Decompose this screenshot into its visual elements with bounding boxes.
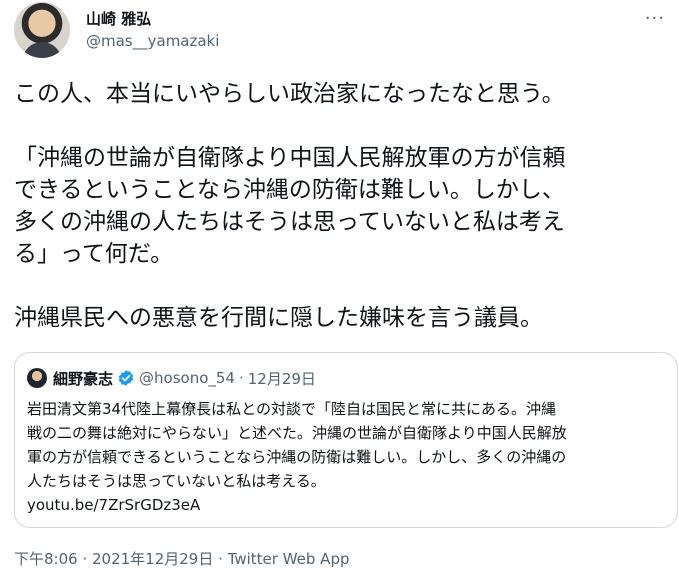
more-options-icon[interactable]: ···	[645, 8, 665, 29]
quoted-tweet-header: 細野豪志 @hosono_54 · 12月29日	[27, 367, 316, 389]
quoted-line: 人たちはそうは思っていないと私は考える。	[27, 472, 326, 490]
quoted-line: 戦の二の舞は絶対にやらない」と述べた。沖縄の世論が自衛隊より中国人民解放	[27, 424, 567, 442]
quoted-tweet-date[interactable]: 12月29日	[248, 368, 316, 389]
tweet-line: 「沖縄の世論が自衛隊より中国人民解放軍の方が信頼	[14, 145, 566, 171]
avatar-shirt	[22, 42, 62, 58]
quoted-line: 軍の方が信頼できるということなら沖縄の防衛は難しい。しかし、多くの沖縄の	[27, 448, 567, 466]
quoted-tweet-text: 岩田清文第34代陸上幕僚長は私との対談で「陸自は国民と常に共にある。沖縄 戦の二…	[27, 397, 667, 517]
tweet-time[interactable]: 下午8:06	[14, 550, 78, 568]
tweet: 山崎 雅弘 @mas__yamazaki ··· この人、本当にいやらしい政治家…	[0, 0, 679, 572]
tweet-meta: 下午8:06 · 2021年12月29日 · Twitter Web App	[14, 548, 350, 569]
tweet-body: この人、本当にいやらしい政治家になったなと思う。 「沖縄の世論が自衛隊より中国人…	[14, 78, 674, 334]
tweet-header: 山崎 雅弘 @mas__yamazaki ···	[14, 2, 669, 60]
meta-separator: ·	[213, 550, 228, 568]
quoted-tweet[interactable]: 細野豪志 @hosono_54 · 12月29日 岩田清文第34代陸上幕僚長は私…	[14, 352, 678, 528]
quoted-line: 岩田清文第34代陸上幕僚長は私との対談で「陸自は国民と常に共にある。沖縄	[27, 400, 556, 418]
tweet-date[interactable]: 2021年12月29日	[92, 550, 213, 568]
meta-separator: ·	[77, 550, 92, 568]
tweet-line: できるということなら沖縄の防衛は難しい。しかし、	[14, 177, 565, 203]
source-app[interactable]: Twitter Web App	[228, 550, 350, 568]
tweet-line: 沖縄県民への悪意を行間に隠した嫌味を言う議員。	[14, 305, 543, 331]
separator-dot: ·	[238, 369, 244, 387]
verified-badge-icon	[117, 369, 135, 387]
tweet-line: この人、本当にいやらしい政治家になったなと思う。	[14, 81, 565, 107]
quoted-author-avatar[interactable]	[27, 368, 47, 388]
author-name[interactable]: 山崎 雅弘	[86, 8, 151, 29]
tweet-line: 多くの沖縄の人たちはそうは思っていないと私は考え	[14, 209, 565, 235]
quoted-author-handle[interactable]: @hosono_54	[139, 369, 235, 387]
author-avatar[interactable]	[14, 2, 70, 58]
quoted-author-name[interactable]: 細野豪志	[53, 368, 113, 389]
author-handle[interactable]: @mas__yamazaki	[86, 32, 219, 50]
quoted-link[interactable]: youtu.be/7ZrSrGDz3eA	[27, 493, 667, 517]
tweet-line: る」って何だ。	[14, 241, 174, 267]
